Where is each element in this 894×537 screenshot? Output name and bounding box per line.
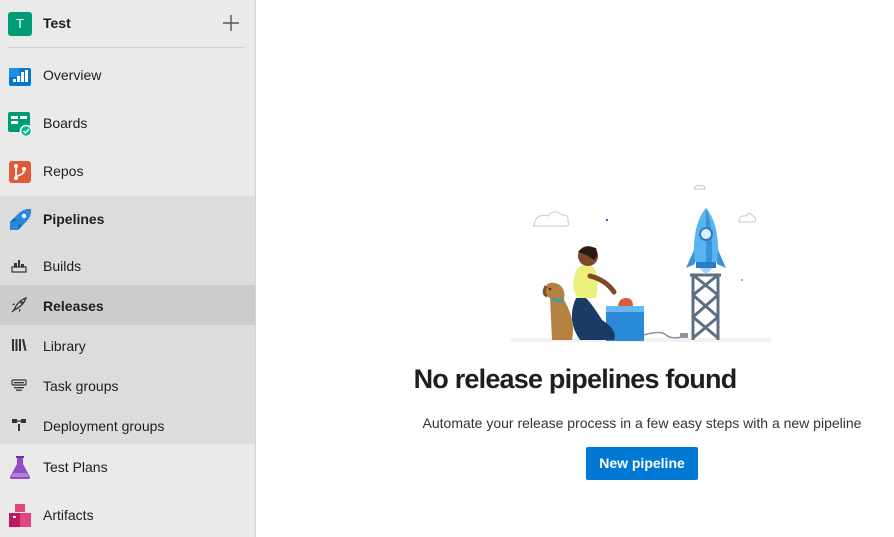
sub-label-deployment-groups: Deployment groups — [43, 418, 165, 434]
nav-label-pipelines: Pipelines — [43, 211, 105, 227]
divider — [8, 47, 245, 48]
nav-subitem-builds[interactable]: Builds — [0, 245, 255, 285]
add-icon[interactable] — [220, 12, 242, 34]
nav-label-overview: Overview — [43, 67, 102, 83]
nav-item-repos[interactable]: Repos — [0, 148, 255, 196]
rocket-launch-illustration — [506, 180, 776, 350]
sub-label-builds: Builds — [43, 258, 82, 274]
sub-label-library: Library — [43, 338, 86, 354]
task-groups-icon — [11, 377, 27, 393]
sidebar: T Test Overview Boards Repos Pipelines B… — [0, 0, 256, 537]
project-avatar[interactable]: T — [8, 12, 32, 36]
nav-subitem-deployment-groups[interactable]: Deployment groups — [0, 405, 255, 445]
nav-label-boards: Boards — [43, 115, 88, 131]
nav-item-artifacts[interactable]: Artifacts — [0, 492, 255, 537]
nav-item-test-plans[interactable]: Test Plans — [0, 444, 255, 492]
empty-state-description: Automate your release process in a few e… — [422, 415, 862, 431]
repos-icon — [8, 160, 32, 184]
nav-label-artifacts: Artifacts — [43, 507, 94, 523]
nav-item-overview[interactable]: Overview — [0, 52, 255, 100]
nav-item-pipelines[interactable]: Pipelines — [0, 196, 255, 244]
test-plans-icon — [8, 456, 32, 480]
nav-subitem-library[interactable]: Library — [0, 325, 255, 365]
empty-state-title: No release pipelines found — [413, 364, 738, 394]
pipelines-icon — [8, 208, 32, 232]
sub-label-task-groups: Task groups — [43, 378, 119, 394]
project-header: T Test — [0, 0, 256, 48]
nav-label-repos: Repos — [43, 163, 84, 179]
artifacts-icon — [8, 504, 32, 528]
builds-icon — [11, 257, 27, 273]
nav-subitem-task-groups[interactable]: Task groups — [0, 365, 255, 405]
rocket-icon — [11, 296, 28, 313]
pipelines-group: Pipelines Builds Releases Library Task g… — [0, 196, 255, 444]
project-name[interactable]: Test — [43, 15, 71, 31]
new-pipeline-button[interactable]: New pipeline — [586, 447, 698, 480]
main-content: No release pipelines found Automate your… — [256, 0, 894, 537]
sub-label-releases: Releases — [43, 298, 104, 314]
nav-subitem-releases[interactable]: Releases — [0, 285, 255, 325]
deployment-groups-icon — [11, 417, 27, 433]
library-icon — [11, 337, 27, 353]
boards-icon — [8, 112, 33, 138]
nav-item-boards[interactable]: Boards — [0, 100, 255, 148]
nav-label-test-plans: Test Plans — [43, 459, 108, 475]
overview-icon — [8, 64, 32, 88]
